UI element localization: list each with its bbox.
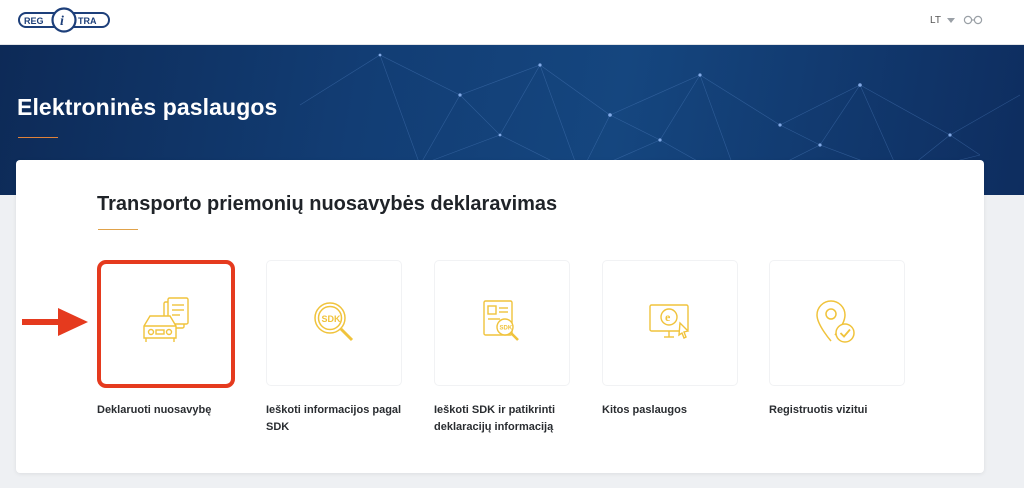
svg-text:SDK: SDK <box>322 314 342 324</box>
service-tile-declare-ownership[interactable] <box>97 260 235 388</box>
service-label-other-services[interactable]: Kitos paslaugos <box>602 402 752 419</box>
services-card: Transporto priemonių nuosavybės deklarav… <box>16 160 984 473</box>
service-tile-search-sdk[interactable]: SDK <box>266 260 402 386</box>
service-label-check-declarations[interactable]: Ieškoti SDK ir patikrinti deklaracijų in… <box>434 402 584 436</box>
document-sdk-search-icon: SDK <box>483 300 519 341</box>
service-label-declare-ownership[interactable]: Deklaruoti nuosavybę <box>97 402 247 419</box>
top-bar: REG i TRA LT <box>0 0 1024 45</box>
svg-text:SDK: SDK <box>500 326 513 332</box>
svg-text:i: i <box>60 14 64 29</box>
title-underline <box>18 137 58 138</box>
glasses-icon[interactable] <box>963 15 983 25</box>
sdk-search-icon: SDK <box>314 302 354 342</box>
chevron-down-icon <box>946 17 955 23</box>
regitra-logo[interactable]: REG i TRA <box>18 7 110 33</box>
svg-text:TRA: TRA <box>78 16 97 26</box>
language-selector[interactable]: LT <box>930 12 983 28</box>
page-title: Elektroninės paslaugos <box>17 94 278 120</box>
svg-text:REG: REG <box>24 16 44 26</box>
location-check-icon <box>816 300 855 343</box>
computer-e-service-icon: e <box>649 304 690 339</box>
service-tile-check-declarations[interactable]: SDK <box>434 260 570 386</box>
arrow-right-icon <box>22 308 88 336</box>
service-label-register-visit[interactable]: Registruotis vizitui <box>769 402 919 419</box>
service-tile-other-services[interactable]: e <box>602 260 738 386</box>
service-label-search-sdk[interactable]: Ieškoti informacijos pagal SDK <box>266 402 406 436</box>
service-tile-register-visit[interactable] <box>769 260 905 386</box>
section-underline <box>98 229 138 230</box>
svg-text:e: e <box>665 310 671 324</box>
section-title: Transporto priemonių nuosavybės deklarav… <box>97 193 558 215</box>
car-document-icon <box>143 297 189 342</box>
language-code: LT <box>930 14 941 26</box>
